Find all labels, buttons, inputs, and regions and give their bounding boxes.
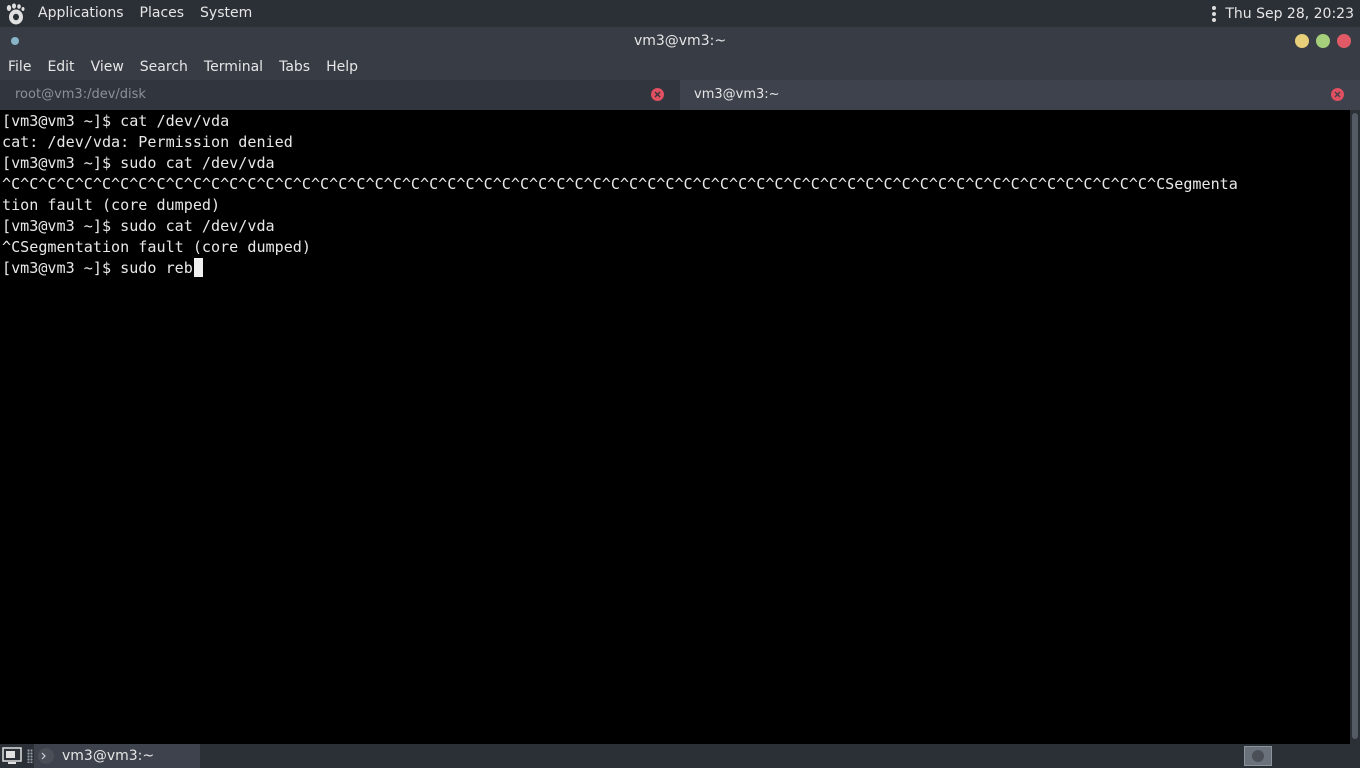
- tab-label: vm3@vm3:~: [694, 87, 780, 102]
- menu-edit[interactable]: Edit: [39, 55, 82, 80]
- menu-view[interactable]: View: [83, 55, 132, 80]
- taskbar-window-label: vm3@vm3:~: [62, 748, 155, 764]
- terminal-line: ^C^C^C^C^C^C^C^C^C^C^C^C^C^C^C^C^C^C^C^C…: [2, 175, 1238, 193]
- show-desktop-icon[interactable]: [2, 747, 22, 765]
- terminal-line: tion fault (core dumped): [2, 196, 221, 214]
- tab-close-icon[interactable]: [1331, 88, 1344, 101]
- minimize-button[interactable]: [1295, 34, 1309, 48]
- tab-vm3-home[interactable]: vm3@vm3:~: [680, 80, 1360, 110]
- current-command: [vm3@vm3 ~]$ sudo reb: [2, 259, 193, 277]
- tab-bar: root@vm3:/dev/disk vm3@vm3:~: [0, 80, 1360, 110]
- menu-help[interactable]: Help: [318, 55, 366, 80]
- window-title-bar[interactable]: vm3@vm3:~: [0, 27, 1360, 55]
- gnome-foot-icon[interactable]: [0, 0, 30, 27]
- terminal-output[interactable]: [vm3@vm3 ~]$ cat /dev/vda cat: /dev/vda:…: [0, 110, 1350, 745]
- menu-terminal[interactable]: Terminal: [196, 55, 271, 80]
- terminal-line: [vm3@vm3 ~]$ sudo cat /dev/vda: [2, 154, 275, 172]
- workspace-1[interactable]: [1244, 746, 1272, 766]
- workspace-2[interactable]: [1302, 746, 1330, 766]
- places-menu[interactable]: Places: [132, 0, 193, 27]
- menu-file[interactable]: File: [0, 55, 39, 80]
- terminal-icon: [1252, 750, 1264, 762]
- terminal-prompt-line[interactable]: [vm3@vm3 ~]$ sudo reb: [0, 258, 1350, 279]
- terminal-icon: [38, 748, 54, 764]
- terminal-line: cat: /dev/vda: Permission denied: [2, 133, 293, 151]
- terminal-scrollbar[interactable]: [1350, 110, 1360, 744]
- text-cursor: [193, 258, 203, 277]
- clock[interactable]: Thu Sep 28, 20:23: [1219, 6, 1360, 22]
- menu-bar: File Edit View Search Terminal Tabs Help: [0, 55, 1360, 80]
- maximize-button[interactable]: [1316, 34, 1330, 48]
- system-menu[interactable]: System: [192, 0, 260, 27]
- menu-search[interactable]: Search: [132, 55, 196, 80]
- desktop: Applications Places System Thu Sep 28, 2…: [0, 0, 1360, 768]
- terminal-line: ^CSegmentation fault (core dumped): [2, 238, 311, 256]
- window-title: vm3@vm3:~: [633, 33, 727, 49]
- top-panel: Applications Places System Thu Sep 28, 2…: [0, 0, 1360, 27]
- taskbar-window-button[interactable]: vm3@vm3:~: [34, 744, 200, 768]
- tab-root-dev-disk[interactable]: root@vm3:/dev/disk: [0, 80, 680, 110]
- close-button[interactable]: [1337, 34, 1351, 48]
- menu-tabs[interactable]: Tabs: [271, 55, 318, 80]
- tab-close-icon[interactable]: [651, 88, 664, 101]
- panel-grip-icon[interactable]: [27, 749, 33, 763]
- terminal-line: [vm3@vm3 ~]$ sudo cat /dev/vda: [2, 217, 275, 235]
- tab-label: root@vm3:/dev/disk: [15, 87, 146, 102]
- scrollbar-thumb[interactable]: [1352, 113, 1358, 739]
- bottom-panel: vm3@vm3:~: [0, 744, 1360, 768]
- terminal-line: [vm3@vm3 ~]$ cat /dev/vda: [2, 112, 230, 130]
- vertical-ellipsis-icon[interactable]: [1209, 0, 1219, 27]
- applications-menu[interactable]: Applications: [30, 0, 132, 27]
